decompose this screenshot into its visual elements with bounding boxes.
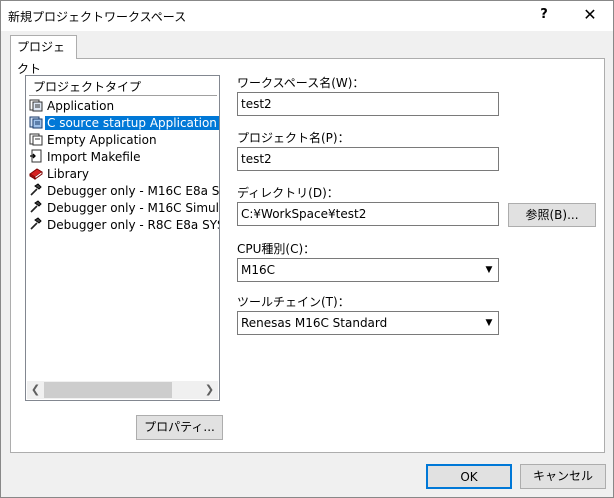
cpu-type-select[interactable]: M16C ▼ bbox=[237, 258, 499, 282]
project-name-label: プロジェクト名(P)： bbox=[237, 131, 350, 145]
directory-label: ディレクトリ(D)： bbox=[237, 186, 339, 200]
toolchain-select[interactable]: Renesas M16C Standard ▼ bbox=[237, 311, 499, 335]
tab-project[interactable]: プロジェクト bbox=[10, 35, 77, 76]
list-item-label: Empty Application bbox=[47, 133, 157, 147]
project-type-header: プロジェクトタイプ bbox=[29, 79, 217, 96]
list-item-import-makefile[interactable]: Import Makefile bbox=[29, 149, 219, 166]
workspace-name-label: ワークスペース名(W)： bbox=[237, 76, 365, 90]
project-type-list-viewport: プロジェクトタイプ Application C source startup A… bbox=[26, 76, 219, 381]
list-item-label: Debugger only - R8C E8a SYSTEM bbox=[47, 218, 219, 232]
application-icon bbox=[29, 99, 43, 112]
list-item-label: Application bbox=[47, 99, 115, 113]
chevron-down-icon[interactable]: ▼ bbox=[481, 313, 497, 333]
browse-button[interactable]: 参照(B)... bbox=[508, 203, 596, 227]
workspace-name-input[interactable]: test2 bbox=[237, 92, 499, 116]
close-button[interactable]: ✕ bbox=[567, 1, 613, 31]
list-item-library[interactable]: Library bbox=[29, 166, 219, 183]
list-item-label: Debugger only - M16C Simulator bbox=[47, 201, 219, 215]
list-item-debugger-m16c-e8a[interactable]: Debugger only - M16C E8a SYSTEM bbox=[29, 183, 219, 200]
application-icon bbox=[29, 116, 43, 129]
hammer-icon bbox=[30, 217, 42, 230]
chevron-down-icon[interactable]: ▼ bbox=[481, 260, 497, 280]
list-item-debugger-m16c-simulator[interactable]: Debugger only - M16C Simulator bbox=[29, 200, 219, 217]
hammer-icon bbox=[30, 183, 42, 196]
scroll-left-arrow-icon[interactable]: ❮ bbox=[27, 381, 44, 399]
import-makefile-icon bbox=[30, 149, 42, 163]
new-project-workspace-dialog: 新規プロジェクトワークスペース ? ✕ プロジェクト プロジェクトタイプ App… bbox=[0, 0, 614, 498]
list-item-label: Debugger only - M16C E8a SYSTEM bbox=[47, 184, 219, 198]
list-item-label: Import Makefile bbox=[47, 150, 141, 164]
horizontal-scrollbar[interactable]: ❮ ❯ bbox=[27, 381, 218, 399]
toolchain-value: Renesas M16C Standard bbox=[241, 316, 388, 330]
list-item-empty-application[interactable]: Empty Application bbox=[29, 132, 219, 149]
ok-button[interactable]: OK bbox=[426, 464, 512, 489]
cpu-type-value: M16C bbox=[241, 263, 276, 277]
list-item-application[interactable]: Application bbox=[29, 98, 219, 115]
empty-application-icon bbox=[29, 133, 43, 146]
list-item-debugger-r8c-e8a[interactable]: Debugger only - R8C E8a SYSTEM bbox=[29, 217, 219, 234]
scrollbar-thumb[interactable] bbox=[44, 382, 172, 398]
toolchain-label: ツールチェイン(T)： bbox=[237, 295, 350, 309]
list-item-c-source-startup-application[interactable]: C source startup Application bbox=[29, 115, 219, 132]
properties-button[interactable]: プロパティ... bbox=[136, 415, 223, 440]
cpu-type-label: CPU種別(C)： bbox=[237, 242, 316, 256]
title-bar: 新規プロジェクトワークスペース ? ✕ bbox=[1, 1, 613, 31]
project-name-input[interactable]: test2 bbox=[237, 147, 499, 171]
dialog-title: 新規プロジェクトワークスペース bbox=[8, 10, 187, 24]
list-item-label: Library bbox=[47, 167, 89, 181]
project-type-list[interactable]: プロジェクトタイプ Application C source startup A… bbox=[25, 75, 220, 401]
directory-input[interactable]: C:¥WorkSpace¥test2 bbox=[237, 202, 499, 226]
library-book-icon bbox=[29, 168, 43, 180]
cancel-button[interactable]: キャンセル bbox=[520, 464, 606, 489]
list-item-label: C source startup Application bbox=[44, 115, 219, 131]
help-button[interactable]: ? bbox=[521, 1, 567, 31]
hammer-icon bbox=[30, 200, 42, 213]
scroll-right-arrow-icon[interactable]: ❯ bbox=[201, 381, 218, 399]
